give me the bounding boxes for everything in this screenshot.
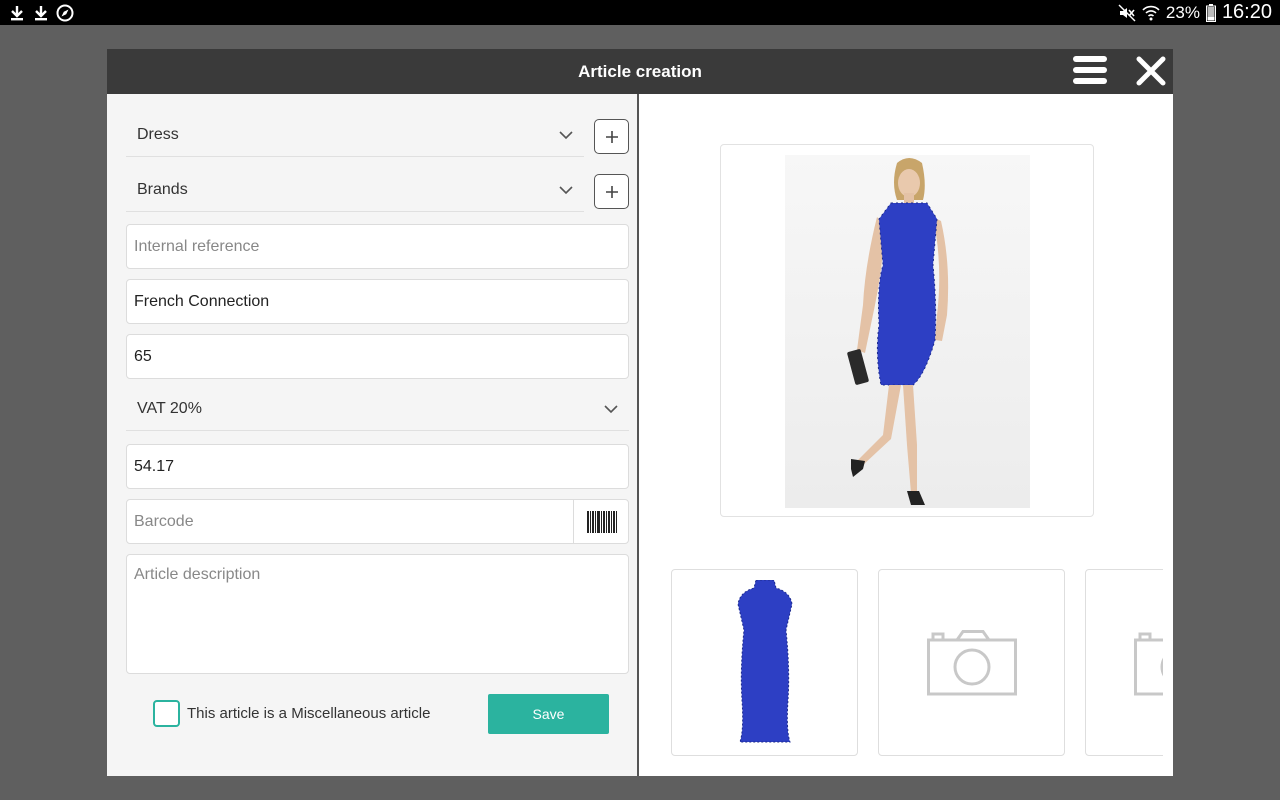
battery-icon [1205, 3, 1216, 22]
dialog-titlebar: Article creation [107, 49, 1173, 94]
article-name-input[interactable] [127, 280, 628, 323]
barcode-field [126, 499, 629, 544]
compass-icon [56, 4, 74, 21]
price-excl-vat-input[interactable] [127, 445, 628, 488]
article-creation-dialog: Article creation Dress Brands Internal r… [107, 49, 1173, 776]
status-bar-left [8, 2, 74, 23]
main-photo[interactable] [720, 144, 1094, 517]
article-name-field [126, 279, 629, 324]
category-select[interactable]: Dress [126, 113, 584, 157]
thumbnail-add-photo[interactable] [1085, 569, 1163, 756]
wifi-icon [1142, 5, 1160, 20]
download-icon [11, 5, 23, 20]
clock: 16:20 [1221, 1, 1272, 23]
category-value: Dress [137, 126, 179, 143]
thumbnail-dress[interactable] [671, 569, 858, 756]
save-button[interactable]: Save [488, 694, 609, 734]
mute-icon [1118, 4, 1136, 21]
vat-select[interactable]: VAT 20% [126, 387, 629, 431]
article-form: Dress Brands VAT 20% [107, 94, 639, 776]
plus-icon [606, 131, 618, 143]
description-field [126, 554, 629, 674]
internal-reference-input[interactable] [127, 225, 628, 268]
close-icon[interactable] [1135, 55, 1167, 87]
chevron-down-icon [559, 131, 573, 140]
misc-article-checkbox[interactable] [153, 700, 180, 727]
brand-select[interactable]: Brands [126, 168, 584, 212]
photo-panel [641, 94, 1173, 776]
camera-icon [927, 630, 1017, 696]
chevron-down-icon [604, 405, 618, 414]
internal-reference-field [126, 224, 629, 269]
battery-percent: 23% [1165, 2, 1200, 22]
chevron-down-icon [559, 186, 573, 195]
vat-value: VAT 20% [137, 400, 202, 417]
barcode-scan-button[interactable] [573, 500, 629, 543]
thumbnail-strip [671, 569, 1163, 756]
status-bar: 23% 16:20 [0, 0, 1280, 25]
description-input[interactable] [127, 555, 628, 673]
plus-icon [606, 186, 618, 198]
barcode-input[interactable] [127, 500, 573, 543]
brand-value: Brands [137, 181, 188, 198]
price-field [126, 334, 629, 379]
add-category-button[interactable] [594, 119, 629, 154]
price-input[interactable] [127, 335, 628, 378]
hamburger-menu-icon[interactable] [1073, 56, 1109, 88]
thumbnail-add-photo[interactable] [878, 569, 1065, 756]
add-brand-button[interactable] [594, 174, 629, 209]
model-in-blue-dress-image [847, 158, 949, 505]
barcode-icon [587, 511, 617, 533]
dialog-title: Article creation [578, 62, 702, 81]
blue-dress-image [737, 580, 793, 743]
price-excl-vat-field [126, 444, 629, 489]
camera-icon [1134, 632, 1163, 696]
model-photo [785, 155, 1030, 508]
download-icon [35, 5, 47, 20]
status-bar-right: 23% 16:20 [1118, 0, 1272, 25]
misc-article-label: This article is a Miscellaneous article [187, 705, 431, 722]
